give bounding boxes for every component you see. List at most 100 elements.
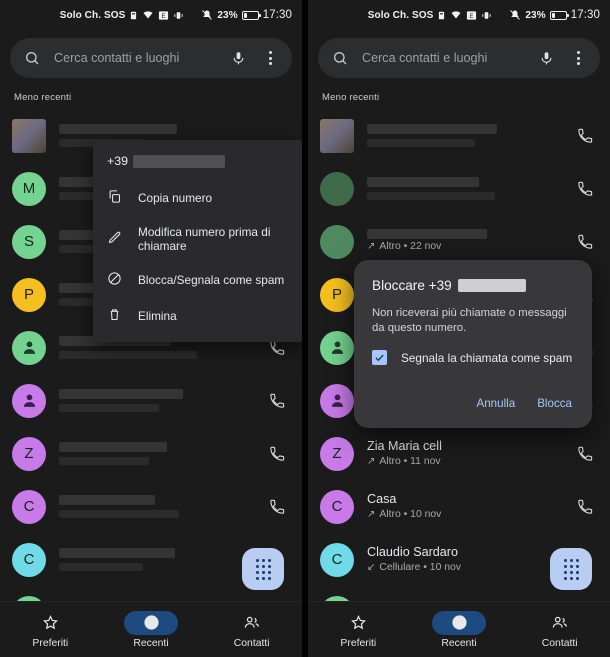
dialpad-icon bbox=[255, 558, 271, 580]
battery-percent-label: 23% bbox=[525, 9, 546, 21]
call-button[interactable] bbox=[574, 181, 596, 197]
nav-item-recenti[interactable]: Recenti bbox=[101, 610, 202, 649]
dialog-actions: Annulla Blocca bbox=[372, 393, 574, 418]
list-item[interactable] bbox=[308, 162, 610, 215]
list-item[interactable] bbox=[308, 109, 610, 162]
list-item-text: Claudio Sardaro ↙ Cellulare • 10 nov bbox=[367, 544, 561, 575]
contacts-icon bbox=[225, 611, 279, 635]
nav-item-preferiti[interactable]: Preferiti bbox=[0, 611, 101, 649]
dialpad-icon bbox=[563, 558, 579, 580]
list-item-subtitle-text: Altro • 22 nov bbox=[379, 241, 442, 252]
nav-item-contatti[interactable]: Contatti bbox=[509, 611, 610, 649]
redacted-number bbox=[457, 279, 526, 292]
block-icon bbox=[107, 271, 122, 289]
list-item-title: Zia Maria cell bbox=[367, 439, 442, 453]
menu-item-copy-number[interactable]: Copia numero bbox=[93, 180, 302, 216]
nav-label: Contatti bbox=[233, 637, 270, 649]
nav-label: Recenti bbox=[133, 637, 169, 649]
right-phone-screen: Solo Ch. SOS E 23% 17:30 Cerca contatti … bbox=[308, 0, 610, 657]
redacted-name bbox=[59, 548, 175, 558]
battery-icon bbox=[549, 10, 569, 20]
cancel-button[interactable]: Annulla bbox=[475, 393, 518, 414]
list-item-subtitle-text: Altro • 10 nov bbox=[379, 509, 442, 520]
dialpad-fab[interactable] bbox=[242, 548, 284, 590]
dialpad-fab[interactable] bbox=[550, 548, 592, 590]
menu-item-label: Elimina bbox=[138, 309, 177, 323]
star-icon bbox=[23, 611, 77, 635]
menu-item-label: Blocca/Segnala come spam bbox=[138, 273, 285, 287]
list-item-title: Claudio Sardaro bbox=[367, 545, 459, 559]
redacted-detail bbox=[59, 351, 197, 359]
list-item-subtitle-text: Altro • 11 nov bbox=[379, 456, 441, 467]
section-label-right: Meno recenti bbox=[322, 92, 380, 103]
call-button[interactable] bbox=[266, 393, 288, 409]
call-button[interactable] bbox=[266, 499, 288, 515]
call-button[interactable] bbox=[266, 446, 288, 462]
list-item[interactable]: Z Zia Maria cell ↗ Altro • 11 nov bbox=[308, 427, 610, 480]
list-item[interactable]: Z bbox=[0, 427, 302, 480]
search-input[interactable]: Cerca contatti e luoghi bbox=[54, 51, 216, 65]
list-item[interactable]: C Casa ↗ Altro • 10 nov bbox=[308, 480, 610, 533]
redacted-detail bbox=[59, 510, 179, 518]
nav-label: Contatti bbox=[541, 637, 578, 649]
list-item-subtitle: ↙ Cellulare • 10 nov bbox=[367, 560, 561, 575]
call-direction-icon: ↗ bbox=[367, 509, 376, 520]
call-button[interactable] bbox=[574, 446, 596, 462]
menu-item-delete[interactable]: Elimina bbox=[93, 298, 302, 334]
status-bar: Solo Ch. SOS E 23% 17:30 bbox=[0, 0, 302, 30]
nav-label: Recenti bbox=[441, 637, 477, 649]
search-bar[interactable]: Cerca contatti e luoghi bbox=[10, 38, 292, 78]
contacts-icon bbox=[533, 611, 587, 635]
dialog-body: Non riceverai più chiamate o messaggi da… bbox=[372, 307, 567, 334]
avatar bbox=[12, 383, 46, 418]
spam-checkbox-row[interactable]: Segnala la chiamata come spam bbox=[372, 350, 574, 365]
nav-item-preferiti[interactable]: Preferiti bbox=[308, 611, 409, 649]
nav-item-contatti[interactable]: Contatti bbox=[201, 611, 302, 649]
avatar: P bbox=[12, 277, 46, 312]
overflow-menu-icon[interactable] bbox=[568, 47, 588, 69]
list-item-subtitle: ↗ Altro • 22 nov bbox=[367, 239, 561, 254]
call-direction-icon: ↙ bbox=[367, 562, 376, 573]
list-item-text: Zia Maria cell ↗ Altro • 11 nov bbox=[367, 438, 561, 469]
redacted-name bbox=[59, 442, 167, 452]
redacted-name bbox=[367, 229, 487, 239]
mic-icon[interactable] bbox=[536, 47, 556, 69]
list-item-text bbox=[59, 548, 253, 571]
call-button[interactable] bbox=[574, 234, 596, 250]
call-direction-icon: ↗ bbox=[367, 241, 376, 252]
search-bar-right[interactable]: Cerca contatti e luoghi bbox=[318, 38, 600, 78]
left-phone-screen: Solo Ch. SOS E 23% 17:30 Cerca contatti … bbox=[0, 0, 302, 657]
menu-item-block-spam[interactable]: Blocca/Segnala come spam bbox=[93, 262, 302, 298]
redacted-number bbox=[133, 154, 226, 168]
block-button[interactable]: Blocca bbox=[535, 393, 574, 414]
avatar: Z bbox=[320, 436, 354, 471]
mic-icon[interactable] bbox=[228, 47, 248, 69]
clock-icon bbox=[124, 610, 178, 635]
list-item[interactable]: C bbox=[0, 480, 302, 533]
call-button[interactable] bbox=[574, 499, 596, 515]
star-icon bbox=[331, 611, 385, 635]
context-menu-number: +39 bbox=[93, 146, 302, 180]
checkbox-icon[interactable] bbox=[372, 350, 387, 365]
call-button[interactable] bbox=[574, 128, 596, 144]
menu-item-edit-number[interactable]: Modifica numero prima di chiamare bbox=[93, 216, 302, 262]
redacted-name bbox=[59, 495, 155, 505]
nav-label: Preferiti bbox=[340, 637, 377, 649]
search-input[interactable]: Cerca contatti e luoghi bbox=[362, 51, 524, 65]
list-item-text bbox=[59, 389, 253, 412]
search-icon bbox=[330, 47, 350, 69]
block-number-dialog: Bloccare +39 Non riceverai più chiamate … bbox=[354, 260, 592, 428]
context-menu: +39 Copia numero Modifica numero prima d… bbox=[93, 140, 302, 342]
menu-item-label: Copia numero bbox=[138, 191, 213, 205]
avatar: Z bbox=[12, 436, 46, 471]
list-item-text: ↗ Altro • 22 nov bbox=[367, 229, 561, 254]
nav-item-recenti[interactable]: Recenti bbox=[409, 610, 510, 649]
list-item[interactable] bbox=[0, 374, 302, 427]
overflow-menu-icon[interactable] bbox=[260, 47, 280, 69]
avatar bbox=[320, 383, 354, 418]
signal-icon: E bbox=[158, 10, 169, 21]
clock-label: 17:30 bbox=[262, 9, 292, 21]
sim-icon bbox=[129, 10, 138, 21]
checkbox-label: Segnala la chiamata come spam bbox=[401, 350, 573, 365]
mute-icon bbox=[201, 9, 213, 21]
